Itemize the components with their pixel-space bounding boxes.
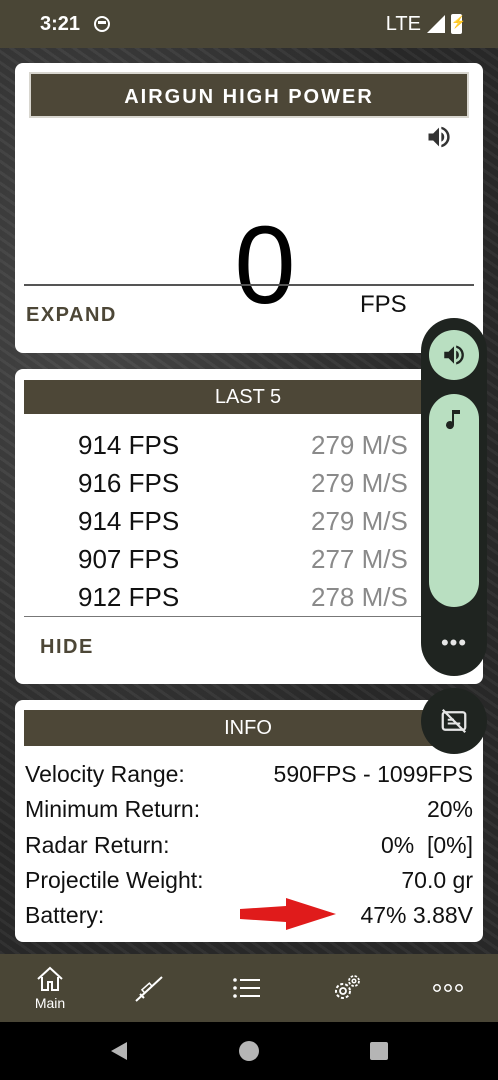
nav-item-main[interactable]: Main xyxy=(10,954,90,1022)
shot-row: 912 FPS 278 M/S xyxy=(15,578,483,616)
speaker-icon[interactable] xyxy=(425,123,453,151)
caption-off-icon xyxy=(441,708,467,734)
divider xyxy=(24,616,474,617)
nav-label-main: Main xyxy=(34,995,66,1011)
nav-item-list[interactable] xyxy=(207,954,287,1022)
info-header: INFO xyxy=(24,710,472,746)
shot-row: 914 FPS 279 M/S xyxy=(15,502,483,540)
velocity-readout: 0 xyxy=(234,204,296,327)
shot-row: 916 FPS 279 M/S xyxy=(15,464,483,502)
divider xyxy=(24,284,474,286)
battery-icon xyxy=(451,14,466,34)
info-row: Velocity Range: 590FPS - 1099FPS xyxy=(25,757,473,792)
list-icon xyxy=(233,978,260,998)
more-dots-icon[interactable]: ••• xyxy=(421,630,487,656)
status-bar: 3:21 LTE xyxy=(0,0,498,48)
hide-button[interactable]: HIDE xyxy=(40,636,94,659)
rifle-icon xyxy=(135,976,163,1002)
more-icon xyxy=(433,984,463,992)
info-key: Projectile Weight: xyxy=(25,867,204,893)
network-type: LTE xyxy=(385,12,421,35)
shot-fps: 916 FPS xyxy=(78,468,180,498)
system-nav-bar xyxy=(0,1022,498,1080)
shot-ms: 278 M/S xyxy=(311,582,408,612)
caption-toggle-button[interactable] xyxy=(421,688,487,754)
shot-fps: 907 FPS xyxy=(78,544,180,574)
velocity-unit: FPS xyxy=(360,291,407,318)
volume-slider[interactable] xyxy=(429,394,479,607)
music-note-icon xyxy=(446,410,460,430)
shot-fps: 914 FPS xyxy=(78,506,180,536)
info-key: Minimum Return: xyxy=(25,796,201,822)
nav-item-settings[interactable] xyxy=(306,954,386,1022)
main-card: AIRGUN HIGH POWER 0 FPS EXPAND xyxy=(15,63,483,353)
signal-icon xyxy=(427,15,445,33)
shot-fps: 914 FPS xyxy=(78,430,180,460)
shot-row: 907 FPS 277 M/S xyxy=(15,540,483,578)
shot-ms: 279 M/S xyxy=(311,506,408,536)
shot-fps: 912 FPS xyxy=(78,582,180,612)
gear-icon xyxy=(335,975,360,999)
status-time: 3:21 xyxy=(40,12,81,35)
home-icon xyxy=(37,966,63,991)
shot-ms: 277 M/S xyxy=(311,544,408,574)
shot-row: 914 FPS 279 M/S xyxy=(15,426,483,464)
notification-icon xyxy=(94,16,111,32)
shot-ms: 279 M/S xyxy=(311,430,408,460)
info-value: 70.0 gr xyxy=(401,867,473,893)
profile-title[interactable]: AIRGUN HIGH POWER xyxy=(29,72,469,118)
expand-button[interactable]: EXPAND xyxy=(26,304,117,327)
info-key: Velocity Range: xyxy=(25,761,185,787)
speaker-icon xyxy=(444,345,464,365)
back-icon[interactable] xyxy=(109,1040,129,1062)
info-value: 0% [0%] xyxy=(380,832,473,858)
last5-card: LAST 5 914 FPS 279 M/S 916 FPS 279 M/S 9… xyxy=(15,369,483,684)
info-value: 20% xyxy=(426,796,473,822)
info-value: 590FPS - 1099FPS xyxy=(273,761,473,787)
bottom-nav: Main xyxy=(0,954,498,1022)
recents-icon[interactable] xyxy=(370,1042,388,1060)
nav-item-rifle[interactable] xyxy=(109,954,189,1022)
arrow-annotation-icon xyxy=(240,898,336,930)
info-row: Projectile Weight: 70.0 gr xyxy=(25,863,473,898)
info-key: Radar Return: xyxy=(25,832,170,858)
info-value: 47% 3.88V xyxy=(360,902,473,928)
info-row: Minimum Return: 20% xyxy=(25,792,473,827)
last5-header: LAST 5 xyxy=(24,380,472,414)
home-circle-icon[interactable] xyxy=(238,1040,260,1062)
volume-panel: ••• xyxy=(421,318,487,676)
info-key: Battery: xyxy=(25,902,105,928)
nav-item-more[interactable] xyxy=(408,954,488,1022)
info-row: Radar Return: 0% [0%] xyxy=(25,828,473,863)
volume-mute-button[interactable] xyxy=(429,330,479,380)
shot-ms: 279 M/S xyxy=(311,468,408,498)
